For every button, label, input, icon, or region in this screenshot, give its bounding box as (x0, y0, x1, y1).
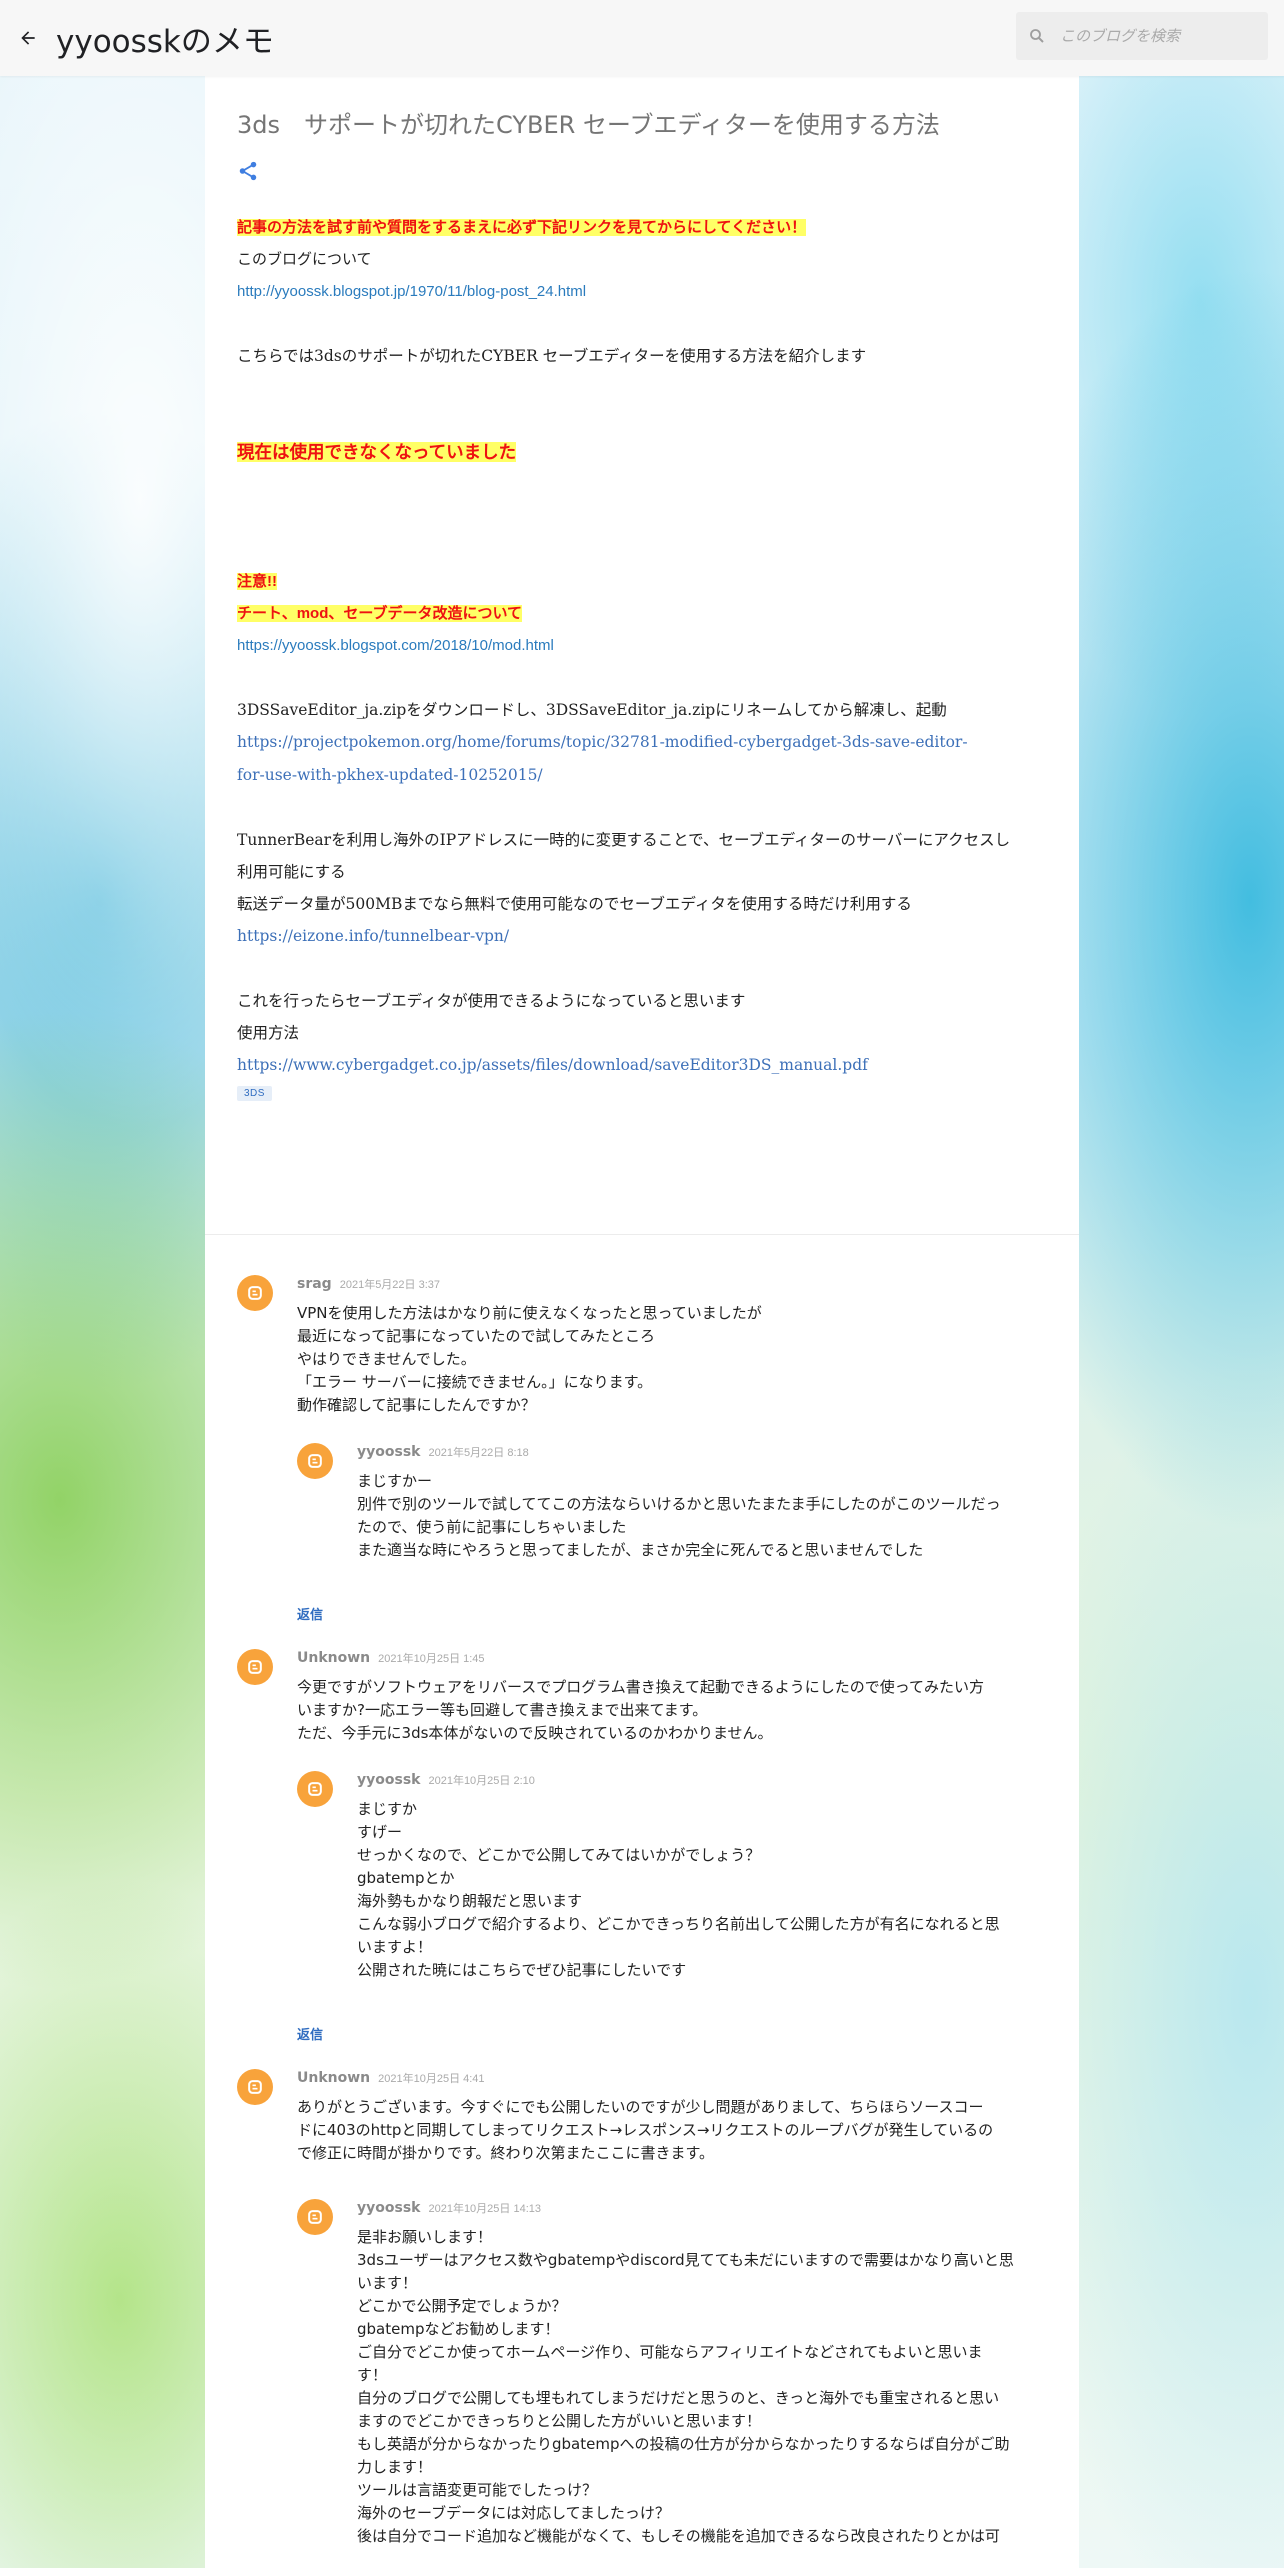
comment-time[interactable]: 2021年5月22日 8:18 (428, 1447, 528, 1459)
comment-author[interactable]: Unknown (297, 2070, 370, 2086)
comment-text: まじすかー 別件で別のツールで試しててこの方法ならいけるかと思いたまたま手にした… (357, 1472, 1001, 1559)
comment-time[interactable]: 2021年10月25日 4:41 (378, 2073, 484, 2085)
caution-heading: 注意!! (237, 573, 277, 590)
reply-link[interactable]: 返信 (297, 1604, 323, 1623)
tag-label[interactable]: 3DS (237, 1086, 272, 1101)
share-button[interactable] (237, 160, 261, 184)
comment-text: 今更ですがソフトウェアをリバースでプログラム書き換えて起動できるようにしたので使… (297, 1678, 985, 1742)
comment-time[interactable]: 2021年10月25日 1:45 (378, 1653, 484, 1665)
vpn-text-1: TunnerBearを利用し海外のIPアドレスに一時的に変更することで、セーブエ… (237, 831, 1011, 849)
blog-title[interactable]: yyoosskのメモ (56, 16, 274, 61)
comment-text: ありがとうございます。今すぐにでも公開したいのですが少し問題がありまして、ちらほ… (297, 2098, 994, 2162)
comment-time[interactable]: 2021年10月25日 2:10 (428, 1775, 534, 1787)
caution-link[interactable]: https://yyoossk.blogspot.com/2018/10/mod… (237, 637, 554, 654)
usage-label: 使用方法 (237, 1024, 300, 1042)
blogger-icon (248, 1286, 262, 1300)
blogger-icon (308, 1782, 322, 1796)
avatar[interactable] (237, 2069, 273, 2105)
result-text: これを行ったらセーブエディタが使用できるようになっていると思います (237, 992, 746, 1010)
notice-text: 記事の方法を試す前や質問をするまえに必ず下記リンクを見てからにしてください！ (237, 219, 807, 236)
download-link-line-1[interactable]: https://projectpokemon.org/home/forums/t… (237, 733, 968, 751)
blogger-icon (308, 1454, 322, 1468)
comment: srag 2021年5月22日 3:37 VPNを使用した方法はかなり前に使えなく… (237, 1275, 1045, 1649)
comment-text: 是非お願いします！ 3dsユーザーはアクセス数やgbatempやdiscord見… (357, 2228, 1014, 2545)
comment-time[interactable]: 2021年5月22日 3:37 (340, 1279, 440, 1291)
comment-author[interactable]: yyoossk (357, 2200, 420, 2216)
comment: Unknown 2021年10月25日 1:45 今更ですがソフトウェアをリバース… (237, 1649, 1045, 2069)
download-link-line-2[interactable]: for-use-with-pkhex-updated-10252015/ (237, 766, 543, 784)
blogger-icon (248, 2080, 262, 2094)
arrow-left-icon (21, 31, 35, 45)
comment-text: まじすか すげー せっかくなので、どこかで公開してみてはいかがでしょう？ gba… (357, 1800, 1000, 1979)
post-title: 3ds サポートが切れたCYBER セーブエディターを使用する方法 (237, 111, 940, 139)
manual-link[interactable]: https://www.cybergadget.co.jp/assets/fil… (237, 1056, 868, 1074)
avatar[interactable] (297, 1443, 333, 1479)
intro-text: こちらでは3dsのサポートが切れたCYBER セーブエディターを使用する方法を紹… (237, 347, 867, 365)
unavailable-text: 現在は使用できなくなっていました (237, 442, 517, 462)
avatar[interactable] (297, 2199, 333, 2235)
comment-author[interactable]: srag (297, 1276, 332, 1292)
vpn-text-3: 転送データ量が500MBまでなら無料で使用可能なのでセーブエディタを使用する時だ… (237, 895, 912, 913)
comment-text: VPNを使用した方法はかなり前に使えなくなったと思っていましたが 最近になって記… (297, 1304, 762, 1414)
blogger-icon (308, 2210, 322, 2224)
about-link[interactable]: http://yyoossk.blogspot.jp/1970/11/blog-… (237, 283, 586, 300)
reply-link[interactable]: 返信 (297, 2024, 323, 2043)
reply-comment: yyoossk 2021年10月25日 14:13 是非お願いします！ 3dsユー… (297, 2199, 1045, 2548)
comment-author[interactable]: yyoossk (357, 1772, 420, 1788)
search-icon[interactable] (1028, 27, 1046, 45)
avatar[interactable] (237, 1649, 273, 1685)
comment-author[interactable]: yyoossk (357, 1444, 420, 1460)
back-button[interactable] (0, 0, 56, 76)
comment: Unknown 2021年10月25日 4:41 ありがとうございます。今すぐにで… (237, 2069, 1045, 2548)
vpn-text-2: 利用可能にする (237, 863, 346, 881)
comment-time[interactable]: 2021年10月25日 14:13 (428, 2203, 541, 2215)
reply-comment: yyoossk 2021年5月22日 8:18 まじすかー 別件で別のツールで試し… (297, 1443, 1045, 1562)
avatar[interactable] (237, 1275, 273, 1311)
app-header: yyoosskのメモ (0, 0, 1284, 76)
reply-comment: yyoossk 2021年10月25日 2:10 まじすか すげー せっかくなので… (297, 1771, 1045, 1982)
search-box[interactable] (1016, 12, 1268, 60)
vpn-link[interactable]: https://eizone.info/tunnelbear-vpn/ (237, 927, 509, 945)
comments-section: srag 2021年5月22日 3:37 VPNを使用した方法はかなり前に使えなく… (205, 1234, 1079, 2568)
download-text: 3DSSaveEditor_ja.zipをダウンロードし、3DSSaveEdit… (237, 701, 947, 719)
post-body: 記事の方法を試す前や質問をするまえに必ず下記リンクを見てからにしてください！ こ… (237, 212, 1045, 1101)
post-card: 3ds サポートが切れたCYBER セーブエディターを使用する方法 記事の方法を… (205, 76, 1079, 1234)
comment-author[interactable]: Unknown (297, 1650, 370, 1666)
avatar[interactable] (297, 1771, 333, 1807)
blogger-icon (248, 1660, 262, 1674)
about-label: このブログについて (237, 251, 372, 268)
search-input[interactable] (1060, 27, 1240, 45)
caution-subheading: チート、mod、セーブデータ改造について (237, 605, 523, 622)
share-icon (239, 161, 257, 181)
